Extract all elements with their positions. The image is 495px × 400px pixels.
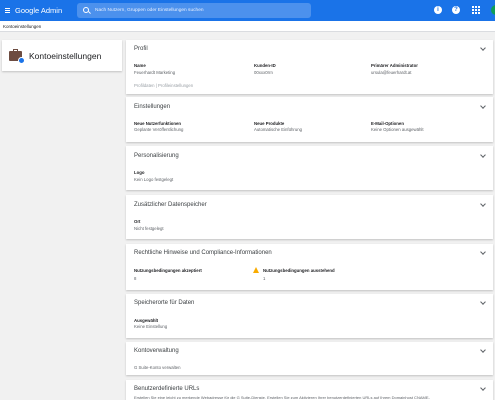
breadcrumb[interactable]: Kontoeinstellungen	[3, 24, 41, 29]
info-icon[interactable]: i	[433, 5, 443, 15]
panel-header: Einstellungen	[134, 104, 171, 110]
panel-einstellungen[interactable]: Einstellungen Neue Nutzerfunktionen Gepl…	[126, 97, 493, 142]
menu-icon[interactable]	[1, 0, 14, 21]
search-box[interactable]: Nach Nutzern, Gruppen oder Einstellungen…	[77, 3, 311, 18]
chevron-down-icon[interactable]	[480, 299, 486, 305]
panel-header: Benutzerdefinierte URLs	[134, 386, 200, 392]
panel-benutzerdefinierte-urls[interactable]: Benutzerdefinierte URLs Erstellen Sie ei…	[126, 380, 493, 400]
email-options-label: E-Mail-Optionen	[371, 121, 404, 126]
terms-pending-label: Nutzungsbedingungen ausstehend	[263, 268, 335, 273]
chevron-down-icon[interactable]	[480, 103, 486, 109]
terms-accepted-label: Nutzungsbedingungen akzeptiert	[134, 268, 202, 273]
selected-value: Keine Einstellung	[134, 324, 168, 329]
panel-personalisierung[interactable]: Personalisierung Logo Kein Logo festgele…	[126, 146, 493, 190]
primary-admin-label: Primärer Administrator	[371, 63, 418, 68]
panel-header: Kontoverwaltung	[134, 348, 179, 354]
app-brand[interactable]: Google Admin	[15, 6, 62, 15]
manage-account-link[interactable]: G Suite-Konto verwalten	[134, 365, 181, 370]
warning-icon	[253, 267, 259, 273]
chevron-down-icon[interactable]	[480, 249, 486, 255]
email-options-value: Keine Optionen ausgewählt	[371, 127, 424, 132]
chevron-down-icon[interactable]	[480, 201, 486, 207]
new-products-value: Automatische Einführung	[254, 127, 303, 132]
help-icon[interactable]: ?	[451, 5, 461, 15]
top-app-bar: Google Admin Nach Nutzern, Gruppen oder …	[0, 0, 495, 21]
panel-rechtliche-hinweise[interactable]: Rechtliche Hinweise und Compliance-Infor…	[126, 244, 493, 290]
name-label: Name	[134, 63, 146, 68]
panel-header: Speicherorte für Daten	[134, 300, 195, 306]
avatar[interactable]	[491, 5, 495, 15]
new-products-label: Neue Produkte	[254, 121, 285, 126]
terms-accepted-value: 8	[134, 276, 137, 281]
logo-value: Kein Logo festgelegt	[134, 177, 174, 182]
panel-header: Rechtliche Hinweise und Compliance-Infor…	[134, 250, 272, 256]
panel-zusaetzlicher-speicher[interactable]: Zusätzlicher Datenspeicher Ort Nicht fes…	[126, 195, 493, 239]
panel-kontoverwaltung[interactable]: Kontoverwaltung G Suite-Konto verwalten	[126, 342, 493, 375]
chevron-down-icon[interactable]	[480, 385, 486, 391]
brand-admin: Admin	[40, 6, 63, 15]
section-card: Kontoeinstellungen	[2, 40, 122, 71]
profile-links[interactable]: Profildaten | Profileinstellungen	[134, 83, 193, 88]
custom-urls-description: Erstellen Sie eine leicht zu merkende We…	[134, 395, 430, 400]
panel-profil[interactable]: Profil Name Feuerhardt Marketing Kunden-…	[126, 40, 493, 94]
kunden-id-label: Kunden-ID	[254, 63, 276, 68]
breadcrumb-bar: Kontoeinstellungen	[0, 21, 495, 32]
panel-header: Zusätzlicher Datenspeicher	[134, 202, 207, 208]
new-features-value: Geplante Veröffentlichung	[134, 127, 184, 132]
chevron-down-icon[interactable]	[480, 45, 486, 51]
search-icon[interactable]	[81, 3, 93, 18]
search-input[interactable]: Nach Nutzern, Gruppen oder Einstellungen…	[95, 8, 204, 13]
location-label: Ort	[134, 219, 141, 224]
name-value: Feuerhardt Marketing	[134, 70, 176, 75]
briefcase-settings-icon	[8, 47, 26, 65]
selected-label: Ausgewählt	[134, 318, 159, 323]
location-value: Nicht festgelegt	[134, 226, 164, 231]
panel-header: Profil	[134, 46, 148, 52]
chevron-down-icon[interactable]	[480, 152, 486, 158]
panel-speicherorte[interactable]: Speicherorte für Daten Ausgewählt Keine …	[126, 294, 493, 338]
panel-header: Personalisierung	[134, 153, 179, 159]
kunden-id-value: 00xxx0rrn	[254, 70, 273, 75]
terms-pending-value: 1	[263, 276, 266, 281]
primary-admin-value: ursula@feuerhardt.at	[371, 70, 412, 75]
logo-label: Logo	[134, 170, 145, 175]
chevron-down-icon[interactable]	[480, 347, 486, 353]
brand-google: Google	[15, 6, 40, 15]
section-title: Kontoeinstellungen	[29, 50, 102, 61]
new-features-label: Neue Nutzerfunktionen	[134, 121, 182, 126]
apps-grid-icon[interactable]	[471, 5, 481, 15]
